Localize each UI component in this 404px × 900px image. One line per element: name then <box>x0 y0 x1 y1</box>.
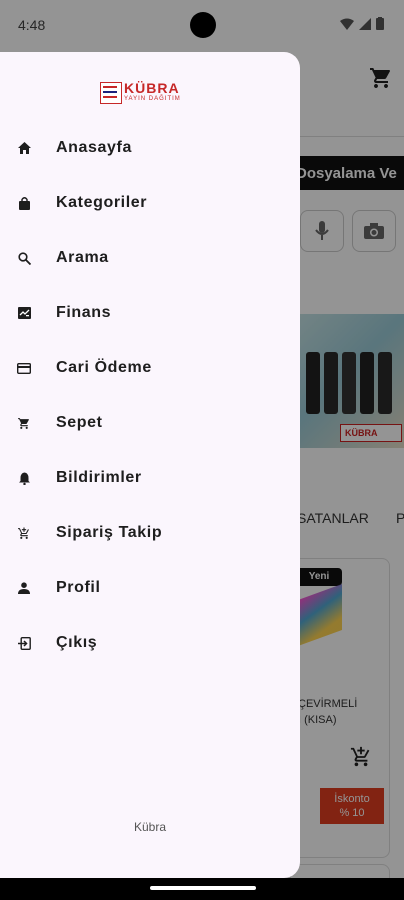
menu-item-anasayfa[interactable]: Anasayfa <box>0 121 300 176</box>
menu-item-finans[interactable]: Finans <box>0 286 300 341</box>
home-gesture-handle[interactable] <box>150 886 256 890</box>
screen: 4:48 Dosyalama Ve KÜBRA SATANLAR P Yeni … <box>0 0 404 900</box>
menu-item-profil[interactable]: Profil <box>0 561 300 616</box>
menu-label: Sepet <box>56 414 103 431</box>
brand-logo: KÜBRA YAYIN DAĞITIM <box>100 80 196 108</box>
system-navigation-bar <box>0 878 404 900</box>
logo-name: KÜBRA <box>124 80 180 96</box>
menu-item-siparis-takip[interactable]: Sipariş Takip <box>0 506 300 561</box>
person-icon <box>17 581 31 595</box>
finance-icon <box>17 306 31 320</box>
menu-label: Çıkış <box>56 634 98 651</box>
menu-label: Finans <box>56 304 112 321</box>
menu-item-cari-odeme[interactable]: Cari Ödeme <box>0 341 300 396</box>
bell-icon <box>17 471 31 485</box>
home-icon <box>17 141 31 155</box>
menu-item-bildirimler[interactable]: Bildirimler <box>0 451 300 506</box>
menu-item-kategoriler[interactable]: Kategoriler <box>0 176 300 231</box>
menu-label: Bildirimler <box>56 469 142 486</box>
menu-label: Profil <box>56 579 101 596</box>
menu-item-cikis[interactable]: Çıkış <box>0 616 300 671</box>
cart-icon <box>17 416 31 430</box>
logout-icon <box>17 636 31 650</box>
drawer-footer: Kübra <box>133 820 167 834</box>
menu-item-sepet[interactable]: Sepet <box>0 396 300 451</box>
search-icon <box>17 251 31 265</box>
menu-label: Anasayfa <box>56 139 132 156</box>
order-tracking-icon <box>17 526 31 540</box>
drawer-menu: Anasayfa Kategoriler Arama Finans Cari Ö… <box>0 121 300 671</box>
menu-label: Arama <box>56 249 109 266</box>
menu-item-arama[interactable]: Arama <box>0 231 300 286</box>
logo-subtitle: YAYIN DAĞITIM <box>124 96 181 102</box>
menu-label: Kategoriler <box>56 194 148 211</box>
credit-card-icon <box>17 361 31 375</box>
logo-mark-icon <box>100 82 122 104</box>
menu-label: Sipariş Takip <box>56 524 163 541</box>
shopping-bag-icon <box>17 196 31 210</box>
navigation-drawer: KÜBRA YAYIN DAĞITIM Anasayfa Kategoriler <box>0 52 300 878</box>
menu-label: Cari Ödeme <box>56 359 152 376</box>
